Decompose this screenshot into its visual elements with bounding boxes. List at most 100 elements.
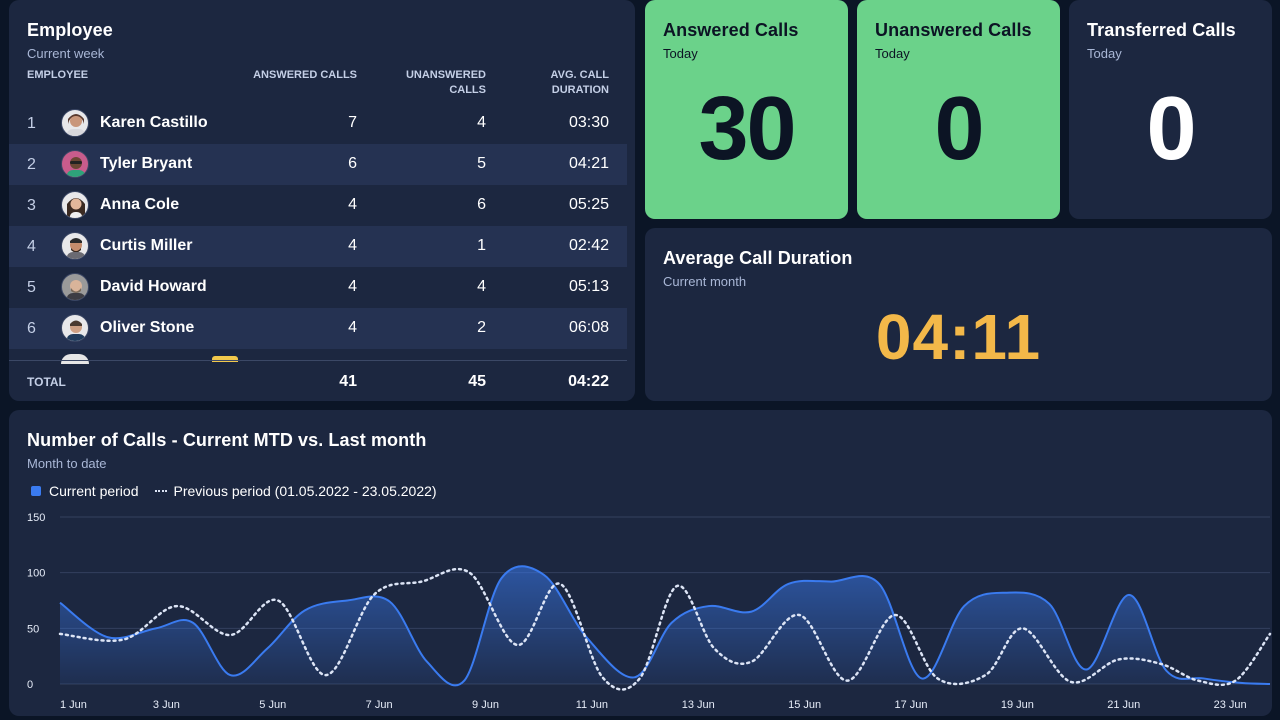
y-tick-label: 150 xyxy=(27,512,45,524)
unanswered-calls-title: Unanswered Calls xyxy=(875,20,1032,40)
row-rank: 4 xyxy=(27,238,36,255)
transferred-calls-card: Transferred Calls Today 0 xyxy=(1069,0,1272,219)
total-row: TOTAL 41 45 04:22 xyxy=(9,360,627,401)
row-rank: 5 xyxy=(27,279,36,296)
avatar xyxy=(61,191,89,219)
legend-previous-swatch xyxy=(154,490,167,492)
answered-calls-card: Answered Calls Today 30 xyxy=(645,0,848,219)
x-tick-label: 7 Jun xyxy=(366,699,393,711)
average-call-duration-card: Average Call Duration Current month 04:1… xyxy=(645,228,1272,401)
table-row[interactable]: 2 Tyler Bryant 6 5 04:21 xyxy=(9,144,627,185)
avg-duration-value: 03:30 xyxy=(568,114,609,131)
employee-name: David Howard xyxy=(100,278,207,295)
unanswered-calls-value: 6 xyxy=(477,196,486,213)
avg-duration-value: 06:08 xyxy=(568,319,609,336)
x-tick-label: 9 Jun xyxy=(472,699,499,711)
current-period-area xyxy=(60,566,1270,686)
average-call-duration-title: Average Call Duration xyxy=(663,248,853,268)
transferred-calls-value: 0 xyxy=(1146,79,1196,179)
total-unanswered: 45 xyxy=(468,373,486,390)
x-tick-label: 5 Jun xyxy=(259,699,286,711)
answered-calls-value: 4 xyxy=(348,319,357,336)
avatar xyxy=(61,109,89,137)
transferred-calls-subtitle: Today xyxy=(1087,46,1122,61)
header-unanswered-line1: UNANSWERED xyxy=(405,69,486,81)
legend-current-swatch xyxy=(31,486,41,496)
header-unanswered-calls[interactable]: UNANSWERED CALLS xyxy=(406,68,486,98)
x-tick-label: 17 Jun xyxy=(894,699,927,711)
total-answered: 41 xyxy=(339,373,357,390)
avatar xyxy=(61,232,89,260)
average-call-duration-subtitle: Current month xyxy=(663,274,747,289)
x-tick-label: 21 Jun xyxy=(1107,699,1140,711)
answered-calls-title: Answered Calls xyxy=(663,20,799,40)
header-answered-calls[interactable]: ANSWERED CALLS xyxy=(253,68,357,83)
x-tick-label: 11 Jun xyxy=(576,699,608,711)
table-row[interactable]: 3 Anna Cole 4 6 05:25 xyxy=(9,185,627,226)
employee-table-subtitle: Current week xyxy=(27,46,105,61)
chart-legend[interactable]: Current period Previous period (01.05.20… xyxy=(31,483,437,499)
header-unanswered-line2: CALLS xyxy=(449,84,486,96)
x-tick-label: 23 Jun xyxy=(1214,699,1247,711)
chart-subtitle: Month to date xyxy=(27,456,107,471)
answered-calls-value: 30 xyxy=(698,79,796,179)
header-duration-line2: DURATION xyxy=(551,84,609,96)
x-tick-label: 1 Jun xyxy=(60,699,87,711)
legend-current-label[interactable]: Current period xyxy=(49,483,139,499)
table-row[interactable]: 6 Oliver Stone 4 2 06:08 xyxy=(9,308,627,349)
answered-calls-value: 4 xyxy=(348,196,357,213)
employee-name: Tyler Bryant xyxy=(100,155,193,172)
header-avg-call-duration[interactable]: AVG. CALL DURATION xyxy=(551,68,609,98)
employee-name: Anna Cole xyxy=(100,196,180,213)
avatar xyxy=(61,314,89,342)
employee-table-title: Employee xyxy=(27,20,113,40)
x-tick-label: 19 Jun xyxy=(1001,699,1034,711)
unanswered-calls-card: Unanswered Calls Today 0 xyxy=(857,0,1060,219)
unanswered-calls-value: 1 xyxy=(477,237,486,254)
employee-table-card: Employee Current week EMPLOYEE ANSWERED … xyxy=(9,0,635,401)
transferred-calls-title: Transferred Calls xyxy=(1087,20,1236,40)
row-rank: 3 xyxy=(27,197,36,214)
answered-calls-value: 7 xyxy=(348,114,357,131)
avg-duration-value: 02:42 xyxy=(568,237,609,254)
row-rank: 2 xyxy=(27,156,36,173)
table-row[interactable]: 5 David Howard 4 4 05:13 xyxy=(9,267,627,308)
avatar xyxy=(61,150,89,178)
header-employee[interactable]: EMPLOYEE xyxy=(27,68,88,83)
avg-duration-value: 05:25 xyxy=(568,196,609,213)
avg-duration-value: 05:13 xyxy=(568,278,609,295)
unanswered-calls-value: 4 xyxy=(477,278,486,295)
answered-calls-value: 6 xyxy=(348,155,357,172)
x-tick-label: 15 Jun xyxy=(788,699,821,711)
row-rank: 6 xyxy=(27,320,36,337)
y-tick-label: 50 xyxy=(27,623,39,635)
unanswered-calls-value: 4 xyxy=(477,114,486,131)
y-tick-label: 100 xyxy=(27,568,45,580)
total-label: TOTAL xyxy=(27,375,66,389)
header-duration-line1: AVG. CALL xyxy=(550,69,609,81)
table-row[interactable]: 4 Curtis Miller 4 1 02:42 xyxy=(9,226,627,267)
answered-calls-value: 4 xyxy=(348,278,357,295)
x-tick-label: 3 Jun xyxy=(153,699,180,711)
unanswered-calls-value: 5 xyxy=(477,155,486,172)
unanswered-calls-value: 0 xyxy=(934,79,984,179)
x-tick-label: 13 Jun xyxy=(682,699,715,711)
employee-rows[interactable]: 1 Karen Castillo 7 4 03:30 2 Tyler Bryan… xyxy=(9,103,627,359)
average-call-duration-value: 04:11 xyxy=(875,301,1042,373)
table-row[interactable]: 1 Karen Castillo 7 4 03:30 xyxy=(9,103,627,144)
avg-duration-value: 04:21 xyxy=(568,155,609,172)
avatar xyxy=(61,273,89,301)
row-rank: 1 xyxy=(27,115,36,132)
unanswered-calls-value: 2 xyxy=(477,319,486,336)
answered-calls-value: 4 xyxy=(348,237,357,254)
employee-name: Curtis Miller xyxy=(100,237,193,254)
total-duration: 04:22 xyxy=(568,373,609,390)
calls-chart-card: 0 50 100 150 1 Jun 3 Jun 5 Jun 7 Jun 9 Jun 11 Jun… xyxy=(9,410,1272,716)
y-tick-label: 0 xyxy=(27,679,33,691)
legend-previous-label[interactable]: Previous period (01.05.2022 - 23.05.2022… xyxy=(174,483,437,499)
chart-title: Number of Calls - Current MTD vs. Last m… xyxy=(27,430,427,450)
answered-calls-subtitle: Today xyxy=(663,46,698,61)
employee-name: Karen Castillo xyxy=(100,114,208,131)
unanswered-calls-subtitle: Today xyxy=(875,46,910,61)
employee-name: Oliver Stone xyxy=(100,319,195,336)
